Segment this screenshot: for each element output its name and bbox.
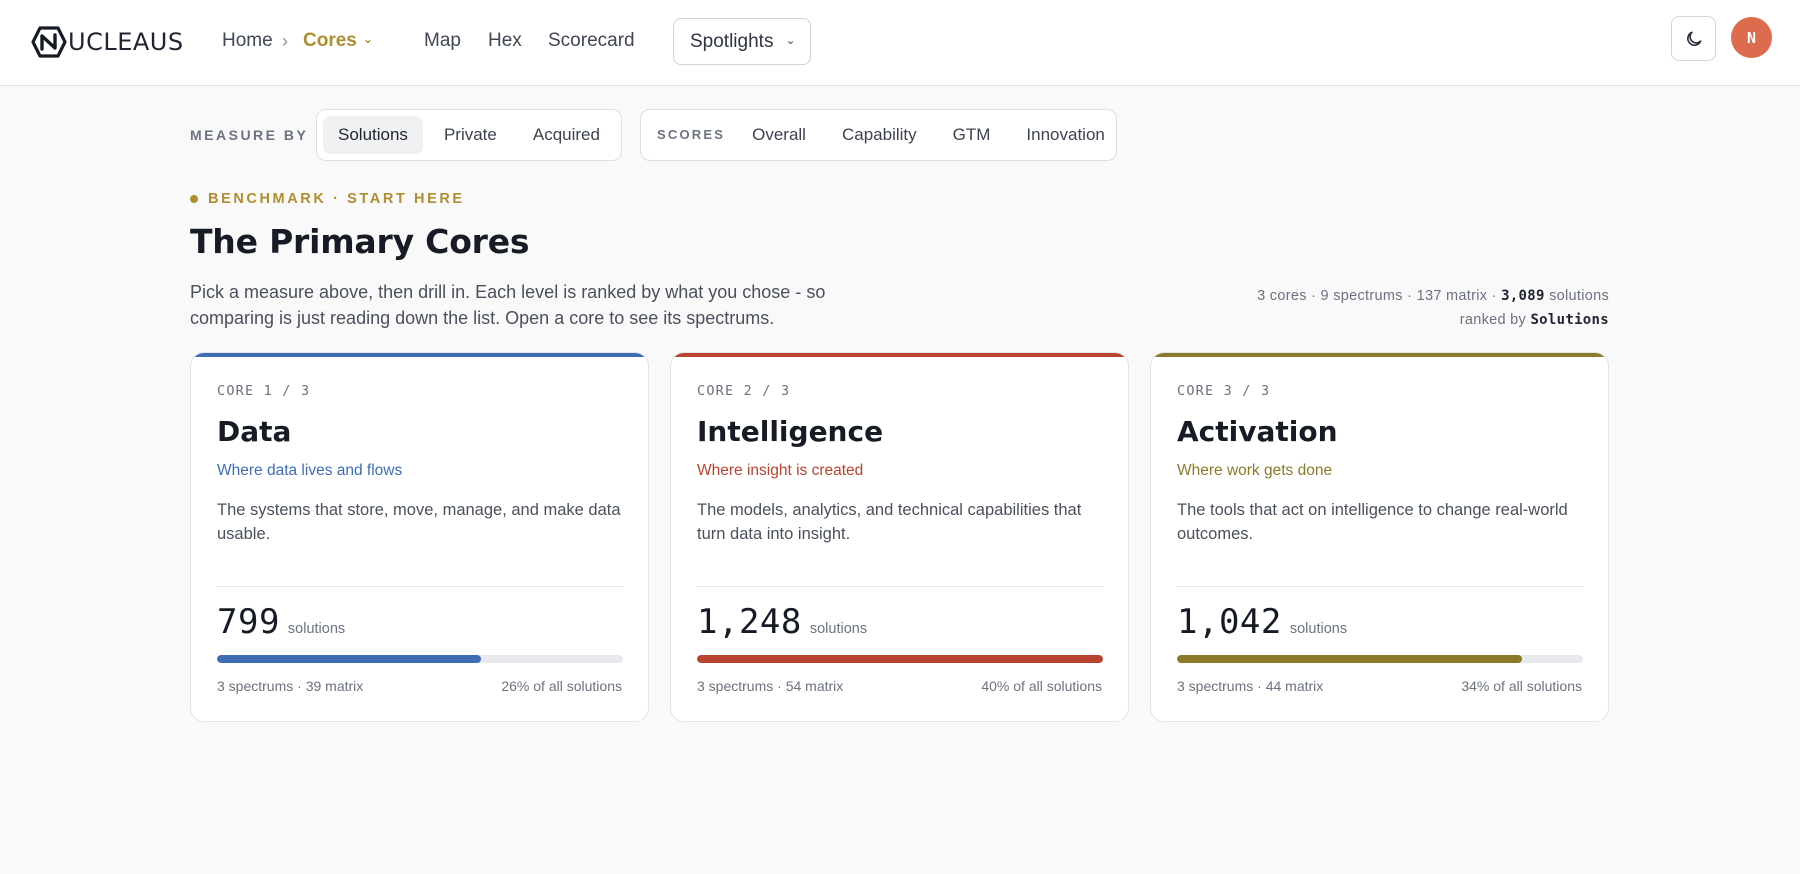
core-card-intelligence[interactable]: CORE 2 / 3 Intelligence Where insight is… bbox=[670, 352, 1129, 722]
ranked-by-value: Solutions bbox=[1530, 312, 1609, 328]
scores-segmented-control: SCORES Overall Capability GTM Innovation bbox=[640, 109, 1117, 161]
nav-cores-menu[interactable]: Cores ⌄ bbox=[303, 29, 373, 53]
core-count: 1,248 solutions bbox=[697, 602, 867, 642]
brand-name: UCLEAUS bbox=[68, 28, 184, 56]
measure-option-acquired[interactable]: Acquired bbox=[518, 116, 615, 154]
share-progress-fill bbox=[217, 655, 481, 663]
ranked-by-line: ranked by Solutions bbox=[1257, 308, 1609, 332]
stats-line: 3 cores · 9 spectrums · 137 matrix · 3,0… bbox=[1257, 284, 1609, 308]
core-tagline: Where work gets done bbox=[1177, 462, 1333, 479]
core-count-number: 1,248 bbox=[697, 602, 802, 642]
intro-text: Pick a measure above, then drill in. Eac… bbox=[190, 282, 826, 328]
card-accent-line bbox=[671, 353, 1128, 357]
score-option-capability[interactable]: Capability bbox=[827, 116, 932, 154]
share-progress-fill bbox=[697, 655, 1103, 663]
core-meta-structure: 3 spectrums · 39 matrix bbox=[217, 678, 364, 694]
card-accent-line bbox=[1151, 353, 1608, 357]
core-description: The tools that act on intelligence to ch… bbox=[1177, 501, 1568, 543]
stats-prefix: 3 cores · 9 spectrums · 137 matrix · bbox=[1257, 288, 1502, 304]
core-tagline: Where data lives and flows bbox=[217, 462, 403, 479]
measure-option-private[interactable]: Private bbox=[429, 116, 512, 154]
core-tagline: Where insight is created bbox=[697, 462, 864, 479]
core-count-unit: solutions bbox=[809, 621, 868, 637]
top-navigation-bar: UCLEAUS Home › Cores ⌄ Map Hex Scorecard … bbox=[0, 0, 1800, 86]
core-meta-structure: 3 spectrums · 54 matrix bbox=[697, 678, 844, 694]
core-count-unit: solutions bbox=[1289, 621, 1348, 637]
core-meta-structure: 3 spectrums · 44 matrix bbox=[1177, 678, 1324, 694]
core-description: The systems that store, move, manage, an… bbox=[217, 501, 621, 543]
chevron-down-icon: ⌄ bbox=[785, 32, 796, 47]
share-progress-bar bbox=[217, 655, 623, 663]
core-kicker: CORE 3 / 3 bbox=[1177, 383, 1271, 399]
share-progress-bar bbox=[697, 655, 1103, 663]
nucleaus-logo-mark-icon bbox=[31, 26, 67, 58]
core-count: 1,042 solutions bbox=[1177, 602, 1347, 642]
page-title: The Primary Cores bbox=[190, 222, 530, 261]
card-divider bbox=[1177, 586, 1583, 587]
eyebrow-dot-icon bbox=[190, 195, 198, 203]
scores-label: SCORES bbox=[657, 126, 726, 142]
core-count-number: 1,042 bbox=[1177, 602, 1282, 642]
stats-total: 3,089 bbox=[1501, 288, 1545, 304]
chevron-down-icon: ⌄ bbox=[362, 32, 373, 46]
ranked-by-label: ranked by bbox=[1459, 312, 1531, 328]
core-meta-share: 34% of all solutions bbox=[1461, 678, 1582, 694]
nav-hex-link[interactable]: Hex bbox=[488, 29, 522, 53]
core-kicker: CORE 1 / 3 bbox=[217, 383, 311, 399]
core-meta-share: 40% of all solutions bbox=[981, 678, 1102, 694]
spotlights-dropdown[interactable]: Spotlights ⌄ bbox=[673, 18, 811, 65]
core-count-number: 799 bbox=[217, 602, 280, 642]
card-divider bbox=[697, 586, 1103, 587]
card-accent-line bbox=[191, 353, 648, 357]
nav-cores-label: Cores bbox=[303, 30, 357, 52]
nav-scorecard-link[interactable]: Scorecard bbox=[548, 29, 635, 53]
summary-stats: 3 cores · 9 spectrums · 137 matrix · 3,0… bbox=[1257, 284, 1609, 332]
measure-by-label: MEASURE BY bbox=[190, 127, 309, 143]
stats-suffix: solutions bbox=[1544, 288, 1609, 304]
spotlights-label: Spotlights bbox=[690, 30, 774, 52]
core-title: Intelligence bbox=[697, 415, 884, 448]
share-progress-fill bbox=[1177, 655, 1523, 663]
card-divider bbox=[217, 586, 623, 587]
theme-toggle-button[interactable] bbox=[1671, 16, 1716, 61]
nav-home-link[interactable]: Home bbox=[222, 29, 273, 53]
user-avatar[interactable]: N bbox=[1731, 17, 1772, 58]
breadcrumb-separator: › bbox=[282, 31, 288, 51]
eyebrow-text: BENCHMARK · START HERE bbox=[208, 191, 465, 207]
core-title: Activation bbox=[1177, 415, 1338, 448]
measure-option-solutions[interactable]: Solutions bbox=[323, 116, 423, 154]
core-card-activation[interactable]: CORE 3 / 3 Activation Where work gets do… bbox=[1150, 352, 1609, 722]
brand-logo[interactable]: UCLEAUS bbox=[31, 26, 184, 58]
core-count: 799 solutions bbox=[217, 602, 345, 642]
score-option-innovation[interactable]: Innovation bbox=[1011, 116, 1119, 154]
section-eyebrow: BENCHMARK · START HERE bbox=[190, 191, 465, 207]
score-option-overall[interactable]: Overall bbox=[737, 116, 821, 154]
measure-segmented-control: Solutions Private Acquired bbox=[316, 109, 622, 161]
core-description: The models, analytics, and technical cap… bbox=[697, 501, 1082, 543]
share-progress-bar bbox=[1177, 655, 1583, 663]
nav-map-link[interactable]: Map bbox=[424, 29, 461, 53]
core-count-unit: solutions bbox=[287, 621, 346, 637]
score-option-gtm[interactable]: GTM bbox=[938, 116, 1006, 154]
core-meta-share: 26% of all solutions bbox=[501, 678, 622, 694]
core-title: Data bbox=[217, 415, 292, 448]
core-kicker: CORE 2 / 3 bbox=[697, 383, 791, 399]
moon-icon bbox=[1686, 31, 1701, 46]
core-card-data[interactable]: CORE 1 / 3 Data Where data lives and flo… bbox=[190, 352, 649, 722]
